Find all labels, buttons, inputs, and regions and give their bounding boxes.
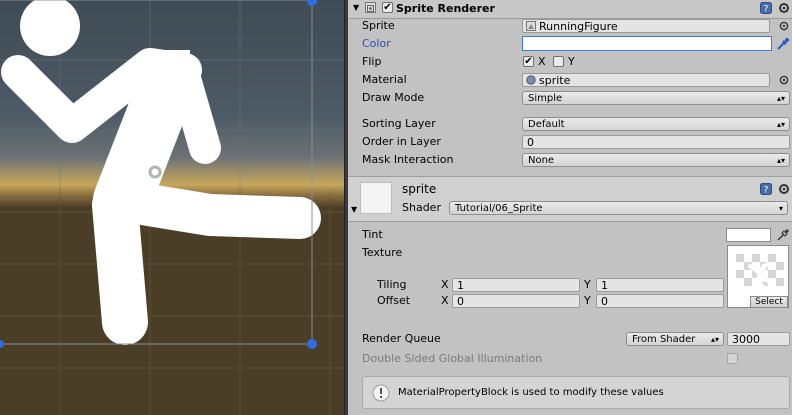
tint-label: Tint [362, 228, 383, 241]
dropdown-arrow-icon: ▴▾ [776, 94, 785, 103]
mask-interaction-dropdown[interactable]: None ▴▾ [522, 153, 790, 167]
offset-y-value: 0 [601, 295, 608, 308]
offset-x-field[interactable]: 0 [452, 294, 580, 308]
tiling-x-field[interactable]: 1 [452, 278, 580, 292]
info-icon [372, 384, 390, 405]
object-picker-icon[interactable] [778, 20, 790, 32]
texture-select-button[interactable]: Select [750, 296, 788, 307]
settings-icon[interactable] [778, 2, 790, 14]
sorting-layer-dropdown[interactable]: Default ▴▾ [522, 117, 790, 131]
order-in-layer-label: Order in Layer [362, 135, 441, 148]
shader-dropdown[interactable]: Tutorial/06_Sprite ▾ [449, 201, 788, 215]
dropdown-arrow-icon: ▴▾ [710, 335, 719, 344]
offset-y-label: Y [584, 294, 591, 307]
material-picker-icon[interactable] [778, 74, 790, 86]
tiling-y-value: 1 [601, 279, 608, 292]
material-header: ▼ sprite Shader Tutorial/06_Sprite ▾ ? [348, 176, 792, 222]
shader-value: Tutorial/06_Sprite [455, 203, 543, 214]
dsgi-label: Double Sided Global Illumination [362, 352, 543, 365]
tiling-y-label: Y [584, 278, 591, 291]
material-asset-icon [526, 75, 536, 86]
dsgi-checkbox[interactable] [727, 353, 738, 364]
sprite-asset-icon [526, 21, 536, 32]
tiling-x-value: 1 [457, 279, 464, 292]
material-foldout-arrow-icon[interactable]: ▼ [351, 205, 357, 214]
sprite-renderer-component-icon [365, 2, 376, 13]
info-box: MaterialPropertyBlock is used to modify … [362, 376, 790, 409]
dropdown-arrow-icon: ▴▾ [776, 156, 785, 165]
tint-color-field[interactable] [726, 228, 771, 242]
draw-mode-value: Simple [528, 93, 563, 104]
sprite-value: RunningFigure [539, 20, 618, 33]
sprite-renderer-enabled-checkbox[interactable]: ✔ [382, 2, 393, 13]
texture-preview [728, 246, 788, 296]
material-settings-icon[interactable] [778, 183, 790, 195]
flip-y-checkbox[interactable] [553, 56, 564, 67]
sprite-renderer-header: ▼ ✔ Sprite Renderer ? [348, 0, 792, 19]
draw-mode-dropdown[interactable]: Simple ▴▾ [522, 91, 790, 105]
order-in-layer-value: 0 [527, 136, 534, 149]
color-picker-icon[interactable] [776, 37, 789, 50]
material-help-icon[interactable]: ? [760, 183, 772, 196]
info-message: MaterialPropertyBlock is used to modify … [398, 387, 664, 398]
scene-canvas[interactable] [0, 0, 344, 415]
tiling-label: Tiling [377, 278, 407, 291]
draw-mode-label: Draw Mode [362, 91, 425, 104]
tiling-y-field[interactable]: 1 [596, 278, 724, 292]
texture-slot[interactable]: Select [727, 245, 789, 308]
order-in-layer-field[interactable]: 0 [522, 135, 790, 149]
flip-y-label: Y [568, 55, 575, 68]
component-title: Sprite Renderer [396, 2, 495, 15]
render-queue-mode-dropdown[interactable]: From Shader ▴▾ [626, 332, 724, 346]
offset-label: Offset [377, 294, 411, 307]
flip-x-checkbox[interactable]: ✔ [523, 56, 534, 67]
sprite-label: Sprite [362, 19, 395, 32]
tint-color-picker-icon[interactable] [776, 228, 789, 241]
render-queue-mode-value: From Shader [632, 334, 696, 345]
svg-text:?: ? [764, 5, 769, 15]
material-field[interactable]: sprite [522, 73, 770, 87]
color-label: Color [362, 37, 391, 50]
render-queue-field[interactable]: 3000 [727, 332, 790, 346]
help-icon[interactable]: ? [760, 2, 772, 15]
scene-view[interactable] [0, 0, 344, 415]
texture-label: Texture [362, 246, 403, 259]
material-preview-thumbnail [360, 182, 392, 214]
dropdown-arrow-icon: ▾ [778, 204, 783, 213]
offset-x-label: X [441, 294, 449, 307]
offset-y-field[interactable]: 0 [596, 294, 724, 308]
dropdown-arrow-icon: ▴▾ [776, 120, 785, 129]
sorting-layer-label: Sorting Layer [362, 117, 436, 130]
material-name: sprite [402, 182, 437, 196]
material-label: Material [362, 73, 407, 86]
flip-x-label: X [538, 55, 546, 68]
bounds-handle-bottom-right[interactable] [307, 339, 317, 349]
color-field[interactable] [522, 36, 772, 51]
flip-label: Flip [362, 55, 382, 68]
mask-interaction-value: None [528, 155, 555, 166]
render-queue-value: 3000 [732, 333, 760, 346]
material-value: sprite [539, 74, 571, 87]
offset-x-value: 0 [457, 295, 464, 308]
render-queue-label: Render Queue [362, 332, 441, 345]
mask-interaction-label: Mask Interaction [362, 153, 454, 166]
sprite-field[interactable]: RunningFigure [522, 19, 770, 33]
shader-label: Shader [402, 201, 441, 214]
svg-text:?: ? [764, 186, 769, 196]
inspector-panel: ▼ ✔ Sprite Renderer ? Sprite RunningFigu… [348, 0, 792, 415]
foldout-arrow-icon[interactable]: ▼ [353, 3, 359, 12]
tiling-x-label: X [441, 278, 449, 291]
sorting-layer-value: Default [528, 119, 565, 130]
